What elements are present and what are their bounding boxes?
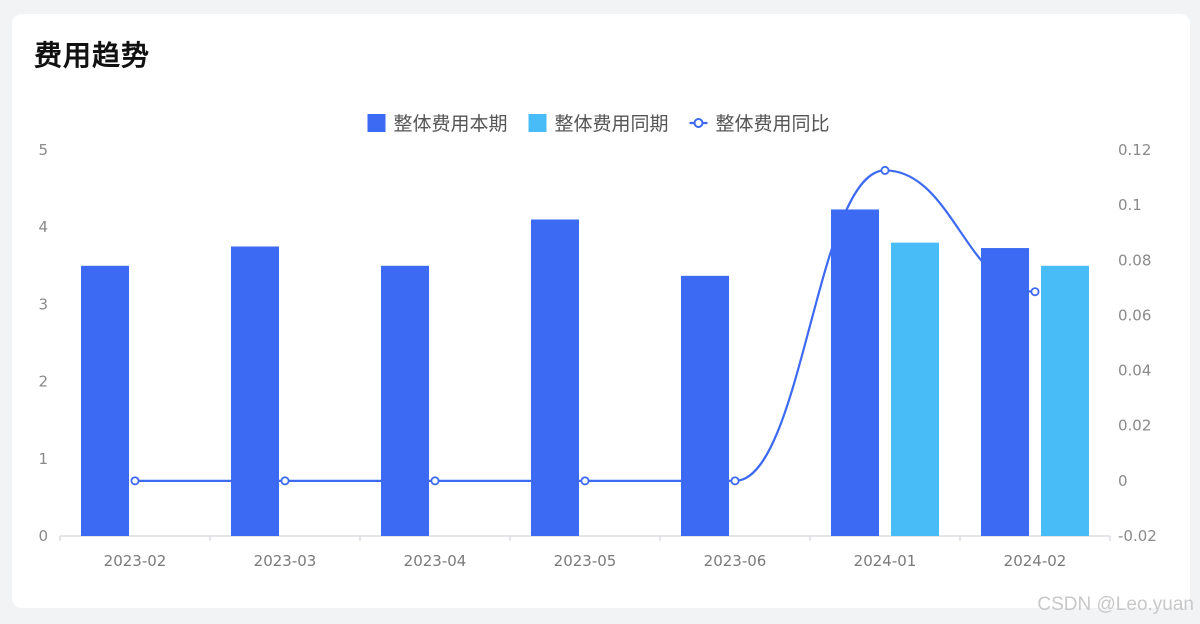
y-left-tick-label: 3 bbox=[38, 295, 48, 313]
y-right-tick-label: -0.02 bbox=[1118, 527, 1157, 545]
y-right-tick-label: 0 bbox=[1118, 472, 1128, 490]
legend-label: 整体费用同比 bbox=[716, 113, 830, 135]
line-point bbox=[580, 476, 590, 486]
bar-整体费用同期 bbox=[1041, 265, 1089, 536]
y-right-tick-label: 0.04 bbox=[1118, 362, 1151, 380]
x-tick-label: 2023-05 bbox=[554, 552, 617, 570]
line-point bbox=[1030, 287, 1040, 297]
watermark: CSDN @Leo.yuan bbox=[1037, 594, 1194, 615]
x-tick-label: 2024-02 bbox=[1004, 552, 1067, 570]
legend-label: 整体费用本期 bbox=[394, 113, 508, 135]
bar-整体费用本期 bbox=[81, 265, 129, 536]
bar-整体费用同期 bbox=[891, 242, 939, 536]
y-right-tick-label: 0.02 bbox=[1118, 417, 1151, 435]
x-tick-label: 2023-03 bbox=[254, 552, 317, 570]
y-left-tick-label: 0 bbox=[38, 527, 48, 545]
bar-整体费用本期 bbox=[381, 265, 429, 536]
y-left-tick-label: 5 bbox=[38, 141, 48, 159]
legend-swatch bbox=[528, 114, 547, 132]
line-point bbox=[130, 476, 140, 486]
bar-整体费用本期 bbox=[831, 209, 879, 536]
line-point bbox=[280, 476, 290, 486]
y-right-tick-label: 0.06 bbox=[1118, 306, 1151, 324]
bar-整体费用本期 bbox=[531, 219, 579, 537]
line-point bbox=[430, 476, 440, 486]
bar-整体费用本期 bbox=[681, 275, 729, 536]
legend-line-marker bbox=[693, 118, 704, 128]
y-left-tick-label: 4 bbox=[38, 218, 48, 236]
expense-trend-chart: 0 1 2 3 4 5 -0.02 0 0.02 0.04 0.06 0.08 0.1 0.12 2023-… bbox=[38, 113, 1157, 570]
x-tick-label: 2023-06 bbox=[704, 552, 767, 570]
x-tick-label: 2023-04 bbox=[404, 552, 467, 570]
line-point bbox=[880, 165, 890, 175]
legend-swatch bbox=[367, 114, 386, 132]
bar-整体费用本期 bbox=[981, 248, 1029, 536]
line-point bbox=[730, 476, 740, 486]
y-right-tick-label: 0.12 bbox=[1118, 141, 1151, 159]
bar-整体费用本期 bbox=[231, 246, 279, 536]
y-right-tick-label: 0.08 bbox=[1118, 251, 1151, 269]
y-right-tick-label: 0.1 bbox=[1118, 196, 1142, 214]
legend-label: 整体费用同期 bbox=[555, 113, 669, 135]
x-tick-label: 2023-02 bbox=[104, 552, 167, 570]
y-left-tick-label: 2 bbox=[38, 373, 48, 391]
y-left-tick-label: 1 bbox=[38, 450, 48, 468]
x-tick-label: 2024-01 bbox=[854, 552, 917, 570]
